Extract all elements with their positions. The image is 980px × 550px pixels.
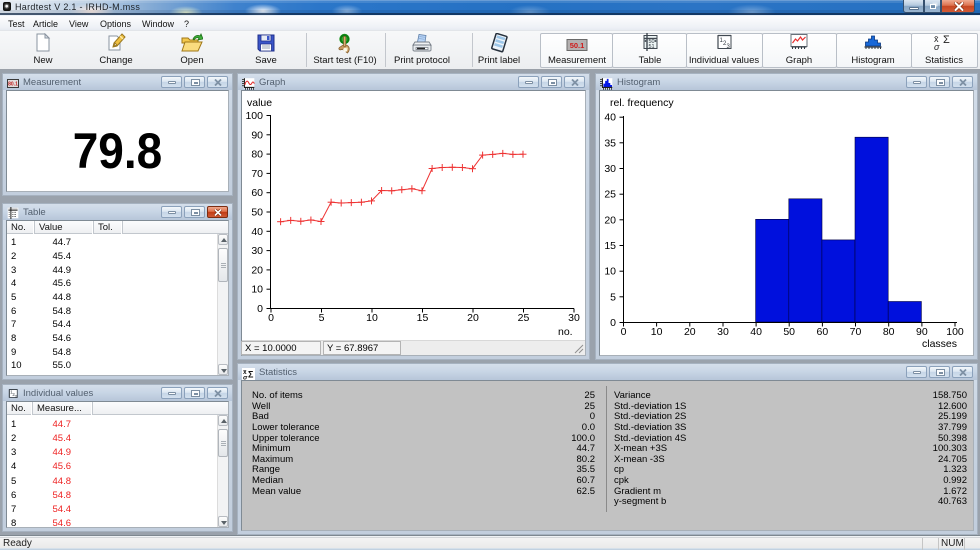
svg-text:Σ: Σ	[248, 370, 254, 380]
svg-text:10: 10	[251, 284, 263, 296]
svg-text:5: 5	[610, 291, 616, 303]
svg-text:0: 0	[268, 312, 274, 324]
svg-text:90: 90	[251, 129, 263, 141]
svg-text:no.: no.	[558, 326, 573, 338]
svg-text:60: 60	[817, 326, 829, 338]
svg-text:0: 0	[610, 317, 616, 329]
svg-text:100: 100	[946, 326, 964, 338]
svg-text:classes: classes	[922, 338, 957, 350]
svg-text:rel. frequency: rel. frequency	[610, 97, 674, 109]
svg-text:51: 51	[649, 44, 655, 50]
svg-text:80: 80	[883, 326, 895, 338]
svg-text:70: 70	[251, 168, 263, 180]
svg-text:5: 5	[319, 312, 325, 324]
svg-text:30: 30	[568, 312, 580, 324]
svg-text:70: 70	[850, 326, 862, 338]
svg-text:20: 20	[467, 312, 479, 324]
svg-text:30: 30	[604, 163, 616, 175]
svg-text:60: 60	[251, 187, 263, 199]
svg-text:10: 10	[604, 266, 616, 278]
svg-text:80.1: 80.1	[8, 82, 18, 88]
svg-text:25: 25	[604, 189, 616, 201]
svg-text:0: 0	[621, 326, 627, 338]
svg-text:50.1: 50.1	[570, 41, 585, 50]
svg-text:20: 20	[604, 214, 616, 226]
svg-text:50: 50	[783, 326, 795, 338]
svg-text:20: 20	[684, 326, 696, 338]
svg-text:100: 100	[245, 110, 263, 122]
svg-text:30: 30	[717, 326, 729, 338]
svg-text:σ: σ	[934, 42, 940, 51]
svg-text:25: 25	[518, 312, 530, 324]
svg-text:10: 10	[366, 312, 378, 324]
svg-text:10: 10	[651, 326, 663, 338]
svg-text:50: 50	[251, 207, 263, 219]
svg-text:20: 20	[251, 264, 263, 276]
svg-text:0: 0	[257, 303, 263, 315]
svg-text:40: 40	[604, 112, 616, 124]
svg-text:15: 15	[417, 312, 429, 324]
svg-text:30: 30	[251, 245, 263, 257]
svg-text:15: 15	[604, 240, 616, 252]
svg-text:40: 40	[750, 326, 762, 338]
svg-text:value: value	[247, 97, 272, 109]
svg-text:35: 35	[604, 137, 616, 149]
svg-text:40: 40	[251, 226, 263, 238]
svg-text:Σ: Σ	[943, 34, 950, 46]
svg-text:80: 80	[251, 149, 263, 161]
svg-text:90: 90	[916, 326, 928, 338]
